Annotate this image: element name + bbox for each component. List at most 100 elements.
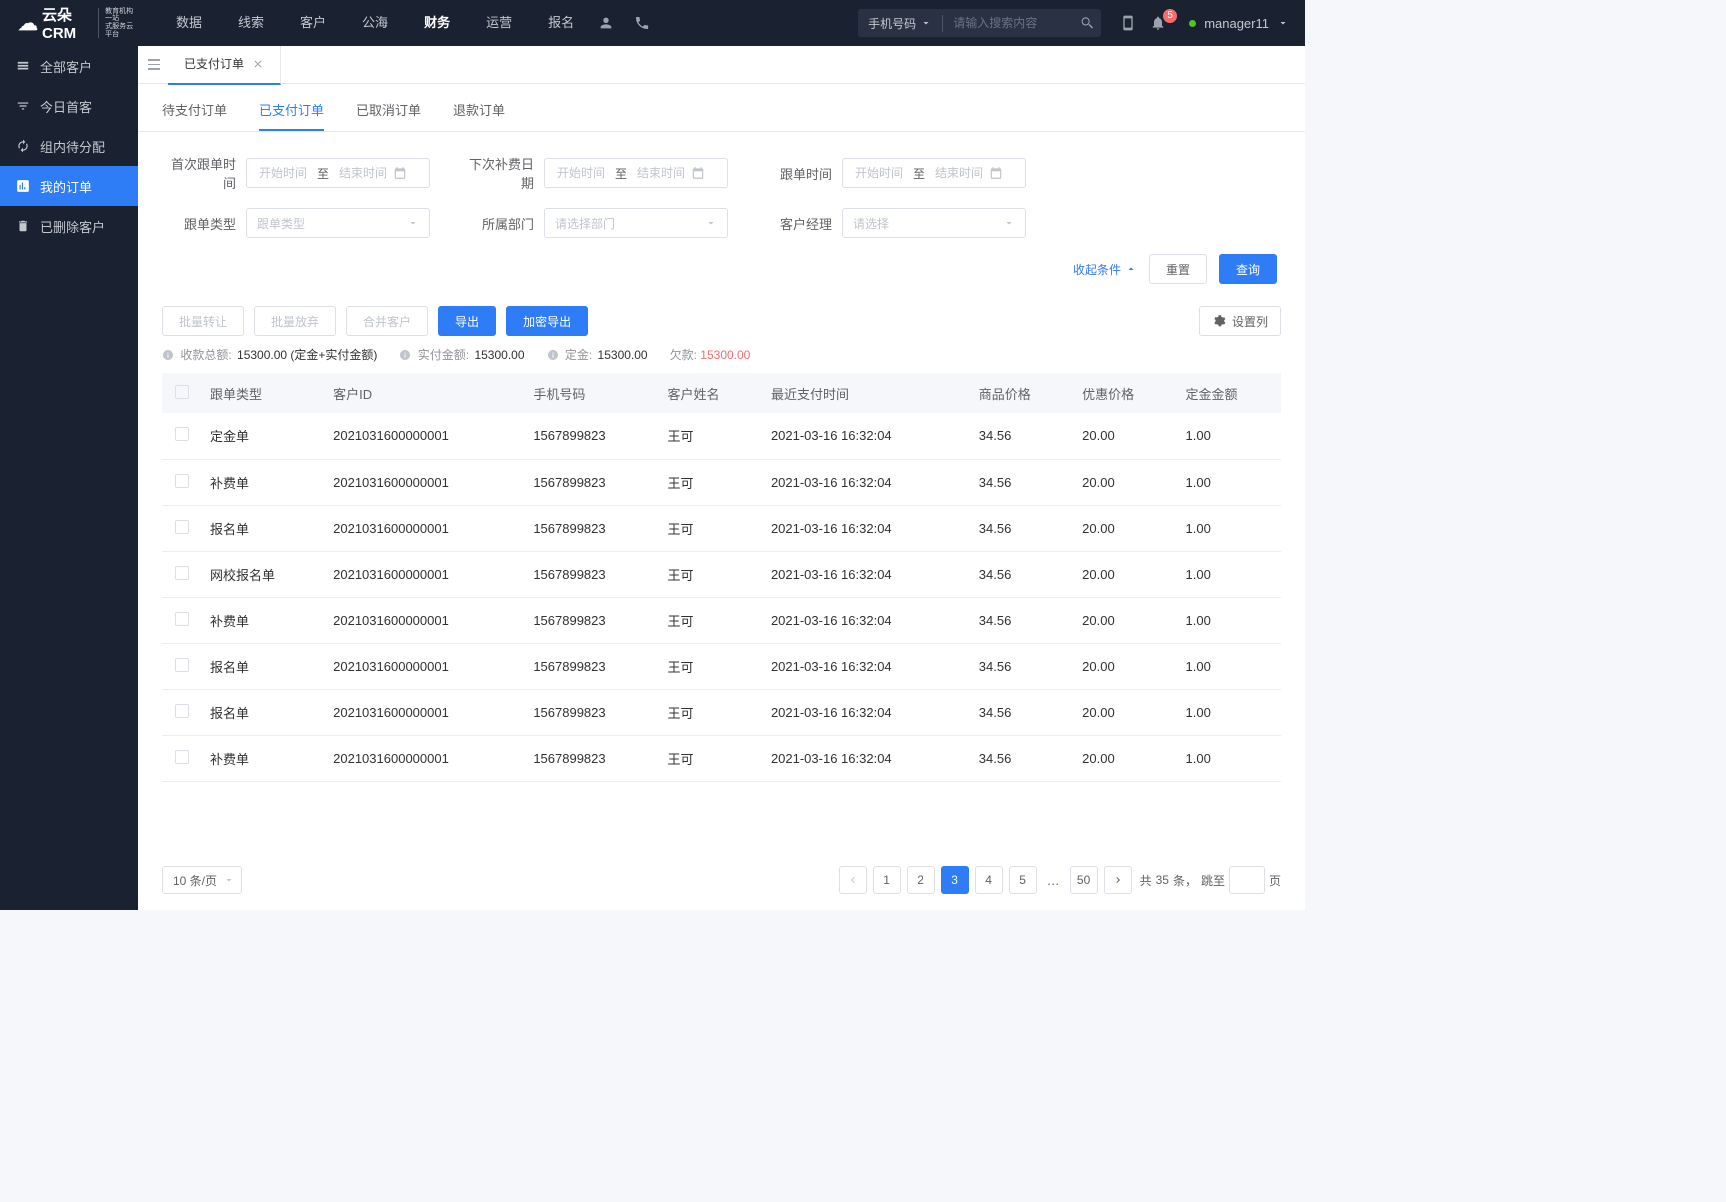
filters-panel: 首次跟单时间 至 下次补费日期 至 (138, 132, 1305, 296)
query-button[interactable]: 查询 (1219, 254, 1277, 284)
search-button[interactable] (1073, 15, 1101, 31)
sub-tab[interactable]: 待支付订单 (162, 100, 227, 131)
page-button[interactable]: 3 (941, 866, 969, 894)
next-fee-start-input[interactable] (551, 166, 611, 180)
close-icon[interactable] (252, 58, 264, 70)
nav-item[interactable]: 客户 (282, 0, 344, 46)
first-follow-range[interactable]: 至 (246, 158, 430, 188)
table-row[interactable]: 定金单20210316000000011567899823王可2021-03-1… (162, 413, 1281, 459)
sidebar-item-label: 我的订单 (40, 177, 92, 196)
user-menu[interactable]: manager11 (1173, 16, 1305, 31)
table-cell: 2021-03-16 16:32:04 (763, 643, 971, 689)
row-checkbox[interactable] (175, 474, 189, 488)
sidebar-item[interactable]: 已删除客户 (0, 206, 138, 246)
sidebar-icon (16, 139, 30, 153)
username: manager11 (1204, 16, 1269, 31)
chevron-down-icon (407, 217, 419, 229)
table-row[interactable]: 报名单20210316000000011567899823王可2021-03-1… (162, 689, 1281, 735)
pagination-info: 共 35 条， 跳至 页 (1140, 866, 1281, 894)
summary-arrears: 欠款: 15300.00 (670, 346, 751, 363)
sub-tab[interactable]: 已取消订单 (356, 100, 421, 131)
table-row[interactable]: 报名单20210316000000011567899823王可2021-03-1… (162, 505, 1281, 551)
merge-button[interactable]: 合并客户 (346, 306, 428, 336)
prev-page-button[interactable] (839, 866, 867, 894)
next-page-button[interactable] (1104, 866, 1132, 894)
export-button[interactable]: 导出 (438, 306, 496, 336)
next-fee-range[interactable]: 至 (544, 158, 728, 188)
sidebar-item[interactable]: 今日首客 (0, 86, 138, 126)
dept-select[interactable]: 请选择部门 (544, 208, 728, 238)
table-cell: 2021-03-16 16:32:04 (763, 689, 971, 735)
table-cell: 报名单 (202, 643, 325, 689)
sidebar-item[interactable]: 全部客户 (0, 46, 138, 86)
logo-cloud-icon: ☁ (18, 11, 38, 36)
device-icon[interactable] (1113, 15, 1143, 31)
row-checkbox[interactable] (175, 520, 189, 534)
table-cell: 报名单 (202, 689, 325, 735)
sub-tab[interactable]: 已支付订单 (259, 100, 324, 131)
notifications-icon[interactable]: 5 (1143, 15, 1173, 31)
select-all-checkbox[interactable] (175, 385, 189, 399)
reset-button[interactable]: 重置 (1149, 254, 1207, 284)
row-checkbox[interactable] (175, 704, 189, 718)
page-button[interactable]: 50 (1070, 866, 1098, 894)
contacts-icon[interactable] (598, 15, 614, 31)
header: ☁ 云朵CRM 教育机构一站 式服务云平台 数据线索客户公海财务运营报名 手机号… (0, 0, 1305, 46)
row-checkbox[interactable] (175, 658, 189, 672)
table-row[interactable]: 补费单20210316000000011567899823王可2021-03-1… (162, 735, 1281, 781)
follow-type-select[interactable]: 跟单类型 (246, 208, 430, 238)
manager-select[interactable]: 请选择 (842, 208, 1026, 238)
table-row[interactable]: 补费单20210316000000011567899823王可2021-03-1… (162, 459, 1281, 505)
next-fee-end-input[interactable] (631, 166, 691, 180)
follow-time-start-input[interactable] (849, 166, 909, 180)
page-button[interactable]: 2 (907, 866, 935, 894)
table-cell: 1.00 (1178, 735, 1281, 781)
batch-abandon-button[interactable]: 批量放弃 (254, 306, 336, 336)
sidebar-item[interactable]: 我的订单 (0, 166, 138, 206)
page-size-select[interactable]: 10 条/页 (162, 866, 242, 894)
calendar-icon (989, 166, 1003, 180)
nav-item[interactable]: 数据 (158, 0, 220, 46)
table-cell: 王可 (660, 505, 763, 551)
settings-columns-button[interactable]: 设置列 (1199, 306, 1281, 336)
table-cell: 报名单 (202, 505, 325, 551)
batch-transfer-button[interactable]: 批量转让 (162, 306, 244, 336)
table-cell: 2021-03-16 16:32:04 (763, 413, 971, 459)
row-checkbox[interactable] (175, 612, 189, 626)
table-row[interactable]: 报名单20210316000000011567899823王可2021-03-1… (162, 643, 1281, 689)
nav-item[interactable]: 财务 (406, 0, 468, 46)
page-button[interactable]: 4 (975, 866, 1003, 894)
nav-item[interactable]: 公海 (344, 0, 406, 46)
row-checkbox[interactable] (175, 750, 189, 764)
follow-time-range[interactable]: 至 (842, 158, 1026, 188)
search-type-select[interactable]: 手机号码 (858, 15, 943, 32)
workspace-tab[interactable]: 已支付订单 (168, 46, 281, 85)
page-jump-input[interactable] (1229, 866, 1265, 894)
table-cell: 34.56 (971, 551, 1074, 597)
page-button[interactable]: 1 (873, 866, 901, 894)
search-input[interactable] (943, 16, 1073, 30)
nav-item[interactable]: 运营 (468, 0, 530, 46)
encrypt-export-button[interactable]: 加密导出 (506, 306, 588, 336)
table-cell: 1.00 (1178, 643, 1281, 689)
nav-item[interactable]: 线索 (220, 0, 282, 46)
table-row[interactable]: 网校报名单20210316000000011567899823王可2021-03… (162, 551, 1281, 597)
sidebar-item[interactable]: 组内待分配 (0, 126, 138, 166)
table-cell: 20.00 (1074, 551, 1177, 597)
sidebar-icon (16, 99, 30, 113)
follow-time-end-input[interactable] (929, 166, 989, 180)
row-checkbox[interactable] (175, 566, 189, 580)
phone-icon[interactable] (634, 15, 650, 31)
first-follow-end-input[interactable] (333, 166, 393, 180)
collapse-filters-link[interactable]: 收起条件 (1073, 261, 1137, 278)
hamburger-icon[interactable] (148, 55, 168, 75)
page-button[interactable]: 5 (1009, 866, 1037, 894)
row-checkbox[interactable] (175, 427, 189, 441)
table-cell: 20.00 (1074, 459, 1177, 505)
table-row[interactable]: 补费单20210316000000011567899823王可2021-03-1… (162, 597, 1281, 643)
first-follow-start-input[interactable] (253, 166, 313, 180)
table-cell: 1567899823 (525, 551, 659, 597)
nav-item[interactable]: 报名 (530, 0, 592, 46)
sub-tab[interactable]: 退款订单 (453, 100, 505, 131)
table-cell: 1567899823 (525, 459, 659, 505)
